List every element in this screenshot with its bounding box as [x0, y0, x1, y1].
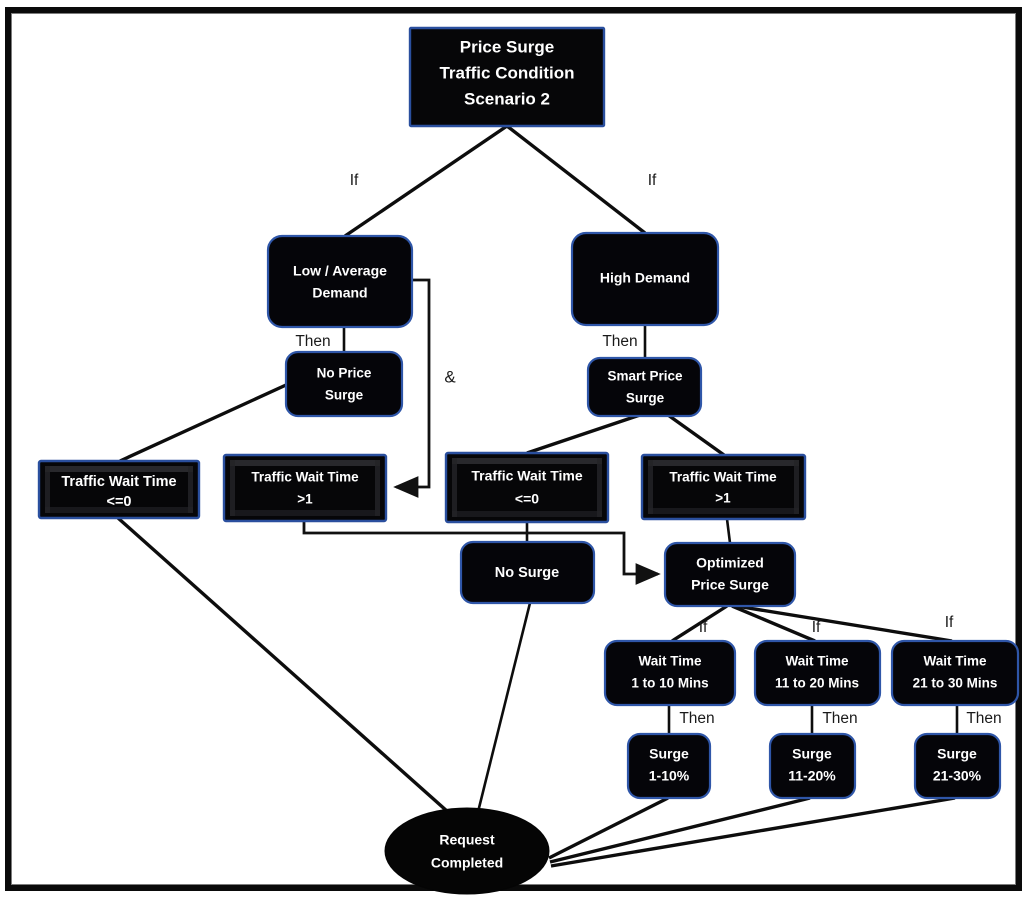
- edge-surge-21-30-to-request-completed: [550, 796, 956, 868]
- node-no-surge[interactable]: No Surge: [459, 540, 596, 605]
- node-surge-1-10-line-1: Surge: [649, 746, 689, 762]
- node-layer: Price Surge Traffic Condition Scenario 2…: [37, 26, 1020, 895]
- node-surge-1-10[interactable]: Surge 1-10%: [626, 732, 712, 800]
- edge-no-surge-to-request-completed: [472, 602, 532, 829]
- edge-label-if-left-top: If: [350, 172, 359, 189]
- node-high-demand-line-1: High Demand: [600, 270, 690, 286]
- node-high-demand[interactable]: High Demand: [570, 231, 720, 327]
- node-low-average-demand[interactable]: Low / Average Demand: [266, 234, 414, 329]
- node-traffic-wait-time-gt1-b[interactable]: Traffic Wait Time >1: [640, 453, 807, 521]
- node-request-completed-line-1: Request: [439, 832, 495, 848]
- edge-label-ampersand: &: [444, 367, 456, 386]
- node-wait-time-21-30[interactable]: Wait Time 21 to 30 Mins: [890, 639, 1020, 707]
- node-traffic-wait-time-le0-b[interactable]: Traffic Wait Time <=0: [444, 451, 610, 524]
- edge-label-if-wait-1: If: [699, 619, 708, 636]
- node-wait-21-30-line-1: Wait Time: [923, 654, 987, 669]
- node-twt-gt1a-line-1: Traffic Wait Time: [251, 470, 359, 485]
- node-no-surge-line-1: No Surge: [495, 565, 559, 581]
- node-no-price-surge[interactable]: No Price Surge: [284, 350, 404, 418]
- edge-label-then-surge-3: Then: [966, 710, 1001, 727]
- node-twt-le0b-line-2: <=0: [515, 491, 539, 507]
- node-twt-left-line-2: <=0: [107, 494, 132, 510]
- node-twt-left-line-1: Traffic Wait Time: [61, 474, 176, 490]
- node-low-avg-line-2: Demand: [312, 285, 367, 301]
- node-optimized-line-1: Optimized: [696, 555, 764, 571]
- node-twt-le0b-line-1: Traffic Wait Time: [471, 468, 582, 484]
- edge-optimized-to-wait-21-30: [735, 604, 953, 643]
- node-root-line-2: Traffic Condition: [439, 63, 574, 82]
- flowchart-page: If If Then Then & If If If Then Then The…: [0, 0, 1033, 906]
- edge-label-then-surge-1: Then: [679, 710, 714, 727]
- node-price-surge-scenario[interactable]: Price Surge Traffic Condition Scenario 2: [408, 26, 606, 128]
- node-twt-gt1b-line-1: Traffic Wait Time: [669, 470, 777, 485]
- edge-smart-price-surge-to-twt-gt1b: [667, 413, 725, 457]
- node-request-completed[interactable]: Request Completed: [384, 807, 550, 895]
- edge-twt-gt1b-to-optimized-price-surge: [725, 518, 732, 544]
- edge-label-then-high-demand: Then: [602, 333, 637, 350]
- edge-no-price-surge-to-twt-left: [119, 383, 287, 463]
- node-wait-time-1-10[interactable]: Wait Time 1 to 10 Mins: [603, 639, 737, 707]
- edge-label-if-right-top: If: [648, 172, 657, 189]
- node-surge-21-30-line-1: Surge: [937, 746, 977, 762]
- node-smart-price-surge-line-1: Smart Price: [607, 369, 683, 384]
- node-root-line-1: Price Surge: [460, 37, 555, 56]
- node-optimized-price-surge[interactable]: Optimized Price Surge: [663, 541, 797, 608]
- edge-smart-price-surge-to-twt-le0b: [526, 413, 641, 455]
- flowchart-canvas: If If Then Then & If If If Then Then The…: [37, 26, 1020, 895]
- node-low-avg-line-1: Low / Average: [293, 263, 387, 279]
- node-wait-1-10-line-1: Wait Time: [638, 654, 702, 669]
- node-twt-gt1a-line-2: >1: [297, 492, 313, 507]
- node-smart-price-surge[interactable]: Smart Price Surge: [586, 356, 703, 418]
- node-wait-21-30-line-2: 21 to 30 Mins: [913, 676, 998, 691]
- node-surge-11-20-line-2: 11-20%: [788, 768, 836, 784]
- node-root-line-3: Scenario 2: [464, 89, 550, 108]
- node-surge-21-30-line-2: 21-30%: [933, 768, 982, 784]
- edge-label-if-wait-2: If: [812, 619, 821, 636]
- node-wait-11-20-line-2: 11 to 20 Mins: [775, 676, 859, 691]
- node-optimized-line-2: Price Surge: [691, 577, 769, 593]
- edge-label-then-low-demand: Then: [295, 333, 330, 350]
- node-surge-11-20-line-1: Surge: [792, 746, 832, 762]
- node-surge-21-30[interactable]: Surge 21-30%: [913, 732, 1002, 800]
- node-no-price-surge-line-1: No Price: [317, 366, 372, 381]
- edge-twt-left-to-request-completed: [116, 516, 468, 830]
- node-wait-11-20-line-1: Wait Time: [785, 654, 849, 669]
- node-wait-1-10-line-2: 1 to 10 Mins: [631, 676, 708, 691]
- node-twt-gt1b-line-2: >1: [715, 491, 731, 506]
- node-no-price-surge-line-2: Surge: [325, 388, 364, 403]
- edge-root-to-low-avg-demand: [344, 124, 508, 238]
- node-surge-1-10-line-2: 1-10%: [649, 768, 690, 784]
- node-wait-time-11-20[interactable]: Wait Time 11 to 20 Mins: [753, 639, 882, 707]
- edge-label-if-wait-3: If: [945, 614, 954, 631]
- node-traffic-wait-time-le0-left[interactable]: Traffic Wait Time <=0: [37, 459, 201, 520]
- edge-label-then-surge-2: Then: [822, 710, 857, 727]
- node-request-completed-line-2: Completed: [431, 855, 503, 871]
- edge-root-to-high-demand: [505, 124, 647, 235]
- node-smart-price-surge-line-2: Surge: [626, 391, 665, 406]
- node-traffic-wait-time-gt1-a[interactable]: Traffic Wait Time >1: [222, 453, 388, 523]
- node-surge-11-20[interactable]: Surge 11-20%: [768, 732, 857, 800]
